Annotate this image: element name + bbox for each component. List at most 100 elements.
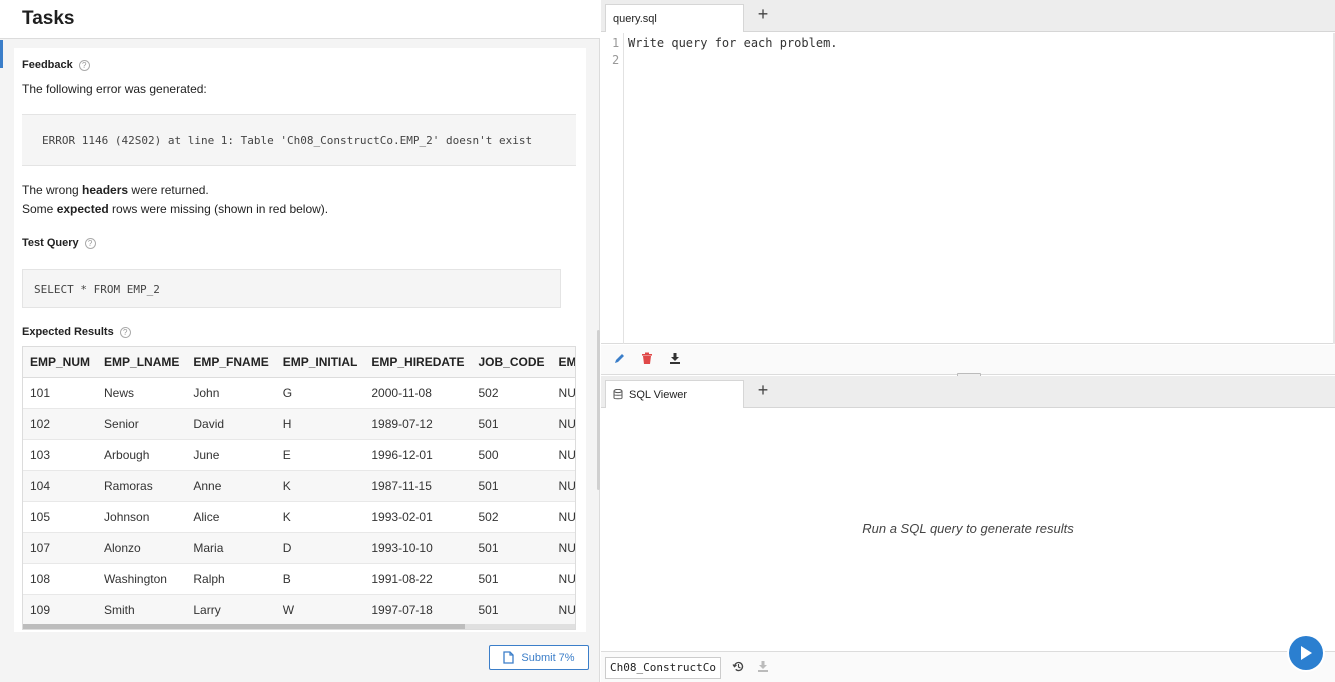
table-cell: 501 xyxy=(471,594,552,626)
table-row: 102SeniorDavidH1989-07-12501NULL xyxy=(23,408,575,440)
column-header[interactable]: JOB_CODE xyxy=(471,347,552,378)
pencil-icon[interactable] xyxy=(612,352,626,366)
tasks-panel: Tasks Feedback ? The following error was… xyxy=(0,0,600,682)
vertical-scrollbar[interactable] xyxy=(597,330,600,490)
table-cell: 102 xyxy=(23,408,98,440)
table-cell: NULL xyxy=(551,408,575,440)
expected-results-label-text: Expected Results xyxy=(22,326,114,338)
table-row: 109SmithLarryW1997-07-18501NULL xyxy=(23,594,575,626)
help-icon[interactable]: ? xyxy=(84,237,96,249)
add-editor-tab-button[interactable]: + xyxy=(753,4,773,25)
table-cell: H xyxy=(275,408,365,440)
headers-feedback: The wrong headers were returned. xyxy=(22,183,209,197)
rows-feedback-bold: expected xyxy=(56,202,109,216)
table-cell: 501 xyxy=(471,532,552,564)
trash-icon[interactable] xyxy=(640,352,654,366)
line-gutter: 1 2 xyxy=(601,33,624,344)
line-number: 1 xyxy=(612,36,620,50)
run-query-button[interactable] xyxy=(1289,636,1323,670)
horizontal-scrollbar[interactable] xyxy=(23,624,575,629)
editor-toolbar xyxy=(601,345,1335,375)
table-cell: Maria xyxy=(186,532,276,564)
download-icon[interactable] xyxy=(668,352,682,366)
play-icon xyxy=(1301,646,1312,660)
column-header[interactable]: EMP_ xyxy=(551,347,575,378)
column-header[interactable]: EMP_FNAME xyxy=(186,347,276,378)
column-header[interactable]: EMP_LNAME xyxy=(97,347,187,378)
table-cell: Larry xyxy=(186,594,276,626)
error-message-box: ERROR 1146 (42S02) at line 1: Table 'Ch0… xyxy=(22,114,576,166)
help-icon[interactable]: ? xyxy=(119,326,131,338)
table-cell: NULL xyxy=(551,563,575,595)
rows-feedback-prefix: Some xyxy=(22,202,57,216)
database-icon xyxy=(613,389,623,400)
headers-feedback-prefix: The wrong xyxy=(22,183,83,197)
table-cell: News xyxy=(97,377,187,409)
table-cell: NULL xyxy=(551,532,575,564)
table-header-row: EMP_NUM EMP_LNAME EMP_FNAME EMP_INITIAL EMP_… xyxy=(23,347,575,378)
tab-query-sql[interactable]: query.sql xyxy=(605,4,744,32)
table-cell: Smith xyxy=(97,594,187,626)
expected-results-table[interactable]: EMP_NUM EMP_LNAME EMP_FNAME EMP_INITIAL EMP_… xyxy=(22,346,576,630)
table-cell: 1991-08-22 xyxy=(364,563,472,595)
history-icon[interactable] xyxy=(731,660,745,674)
tasks-content[interactable]: Feedback ? The following error was gener… xyxy=(14,48,586,632)
file-icon xyxy=(503,651,515,664)
feedback-text: The following error was generated: xyxy=(22,82,207,96)
error-message: ERROR 1146 (42S02) at line 1: Table 'Ch0… xyxy=(42,134,533,147)
table-cell: Alice xyxy=(186,501,276,533)
editor-tabbar: query.sql + xyxy=(601,0,1335,32)
test-query-box: SELECT * FROM EMP_2 xyxy=(22,269,561,308)
table-cell: John xyxy=(186,377,276,409)
table-cell: 502 xyxy=(471,377,552,409)
expected-results-label: Expected Results ? xyxy=(22,326,131,338)
scroll-indicator xyxy=(0,40,3,68)
sql-editor[interactable]: 1 2 Write query for each problem. xyxy=(601,33,1335,344)
add-viewer-tab-button[interactable]: + xyxy=(753,380,773,401)
test-query-label-text: Test Query xyxy=(22,237,79,249)
tasks-title: Tasks xyxy=(22,8,75,29)
table-row: 108WashingtonRalphB1991-08-22501NULL xyxy=(23,563,575,595)
feedback-label: Feedback ? xyxy=(22,59,90,71)
rows-feedback-suffix: rows were missing (shown in red below). xyxy=(108,202,329,216)
code-line[interactable]: Write query for each problem. xyxy=(628,36,838,50)
headers-feedback-suffix: were returned. xyxy=(128,183,209,197)
submit-button[interactable]: Submit 7% xyxy=(489,645,589,670)
download-icon[interactable] xyxy=(756,660,770,674)
table-cell: 501 xyxy=(471,470,552,502)
column-header[interactable]: EMP_NUM xyxy=(23,347,98,378)
table-row: 103ArboughJuneE1996-12-01500NULL xyxy=(23,439,575,471)
tab-sql-viewer[interactable]: SQL Viewer xyxy=(605,380,744,408)
table-cell: D xyxy=(275,532,365,564)
database-selector[interactable]: Ch08_ConstructCo xyxy=(605,657,721,679)
table-cell: 1987-11-15 xyxy=(364,470,472,502)
table-cell: W xyxy=(275,594,365,626)
table-cell: B xyxy=(275,563,365,595)
help-icon[interactable]: ? xyxy=(78,59,90,71)
column-header[interactable]: EMP_HIREDATE xyxy=(364,347,472,378)
table-cell: K xyxy=(275,501,365,533)
table-cell: 105 xyxy=(23,501,98,533)
table-cell: 1997-07-18 xyxy=(364,594,472,626)
table-cell: Johnson xyxy=(97,501,187,533)
tab-sql-viewer-label: SQL Viewer xyxy=(629,388,688,401)
table-cell: 107 xyxy=(23,532,98,564)
table-cell: Washington xyxy=(97,563,187,595)
table-cell: Anne xyxy=(186,470,276,502)
viewer-bottombar: Ch08_ConstructCo xyxy=(601,651,1335,682)
table-cell: 108 xyxy=(23,563,98,595)
table-cell: 109 xyxy=(23,594,98,626)
table-cell: 501 xyxy=(471,408,552,440)
table-row: 104RamorasAnneK1987-11-15501NULL xyxy=(23,470,575,502)
results-viewer: Run a SQL query to generate results xyxy=(601,408,1335,651)
table-cell: 501 xyxy=(471,563,552,595)
table-cell: Ramoras xyxy=(97,470,187,502)
table-cell: NULL xyxy=(551,501,575,533)
table-cell: G xyxy=(275,377,365,409)
headers-feedback-bold: headers xyxy=(82,183,129,197)
test-query-label: Test Query ? xyxy=(22,237,96,249)
rows-feedback: Some expected rows were missing (shown i… xyxy=(22,202,328,216)
column-header[interactable]: EMP_INITIAL xyxy=(275,347,365,378)
table-cell: David xyxy=(186,408,276,440)
table-cell: NULL xyxy=(551,377,575,409)
